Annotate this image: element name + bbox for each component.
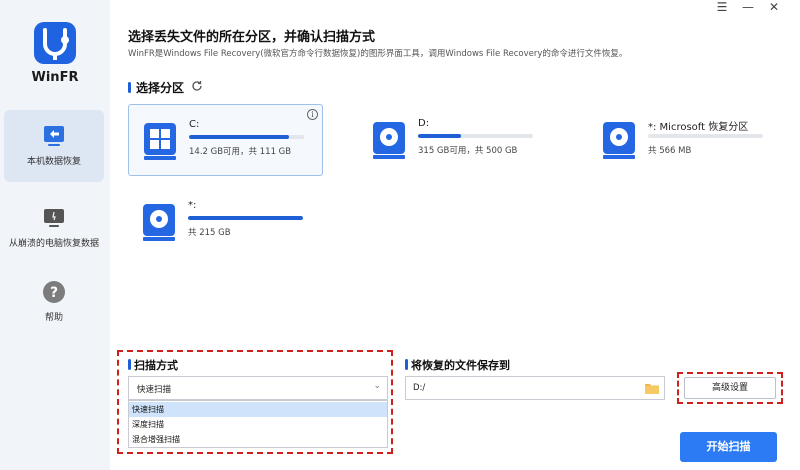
drive-usage-bar	[189, 135, 304, 139]
advanced-settings-button[interactable]: 高级设置	[684, 377, 776, 399]
drive-name: C:	[189, 119, 200, 130]
help-icon: ?	[43, 281, 65, 303]
drive-usage-bar	[648, 134, 763, 138]
page-title: 选择丢失文件的所在分区，并确认扫描方式	[128, 30, 376, 45]
drive-card-recovery[interactable]: *: Microsoft 恢复分区 共 566 MB	[588, 104, 783, 176]
drive-name: *: Microsoft 恢复分区	[648, 122, 749, 133]
disk-icon	[143, 204, 175, 241]
sidebar-item-label: 从崩溃的电脑恢复数据	[8, 239, 99, 249]
chevron-down-icon: ⌄	[373, 381, 381, 391]
drive-usage-bar	[188, 216, 303, 220]
scan-method-options: 快速扫描 深度扫描 混合增强扫描	[128, 400, 388, 448]
disk-icon	[603, 122, 635, 159]
save-path-value: D:/	[413, 383, 426, 393]
app-name: WinFR	[31, 70, 79, 85]
option-hybrid-scan[interactable]: 混合增强扫描	[129, 432, 387, 447]
disk-icon	[373, 122, 405, 159]
drive-info: 14.2 GB可用，共 111 GB	[189, 147, 292, 157]
save-section-title: 将恢复的文件保存到	[411, 359, 510, 372]
scan-method-value: 快速扫描	[137, 385, 172, 395]
menu-icon[interactable]: ☰	[712, 0, 732, 16]
drive-usage-fill	[418, 134, 461, 138]
drive-card-c[interactable]: C: 14.2 GB可用，共 111 GB i	[128, 104, 323, 176]
info-icon[interactable]: i	[307, 109, 318, 120]
drive-info: 315 GB可用，共 500 GB	[418, 146, 518, 156]
drive-info: 共 215 GB	[188, 228, 231, 238]
sidebar: WinFR 本机数据恢复 从崩溃的电脑恢复数据 ? 帮助	[0, 0, 110, 470]
sidebar-item-help[interactable]: ? 帮助	[4, 266, 104, 338]
sidebar-item-label: 本机数据恢复	[26, 157, 81, 167]
drive-card-unnamed[interactable]: *: 共 215 GB	[128, 186, 323, 258]
drive-card-d[interactable]: D: 315 GB可用，共 500 GB	[358, 104, 553, 176]
section-marker	[405, 359, 408, 370]
sidebar-item-local-recovery[interactable]: 本机数据恢复	[4, 110, 104, 182]
section-marker	[128, 359, 131, 370]
drive-usage-fill	[189, 135, 290, 139]
section-marker	[128, 82, 131, 93]
drive-name: *:	[188, 200, 197, 211]
refresh-icon[interactable]	[191, 80, 203, 92]
windows-drive-icon	[144, 123, 176, 160]
restore-icon	[44, 126, 64, 146]
drive-info: 共 566 MB	[648, 146, 692, 156]
sidebar-item-label: 帮助	[44, 313, 63, 323]
option-quick-scan[interactable]: 快速扫描	[129, 402, 387, 417]
start-scan-button[interactable]: 开始扫描	[680, 432, 777, 462]
scan-section-title: 扫描方式	[134, 359, 178, 372]
drive-name: D:	[418, 118, 430, 129]
minimize-icon[interactable]: —	[738, 0, 758, 16]
winfr-logo-icon	[34, 22, 76, 64]
drive-usage-bar	[418, 134, 533, 138]
sidebar-item-crashed-pc[interactable]: 从崩溃的电脑恢复数据	[4, 192, 104, 264]
monitor-icon	[44, 209, 64, 227]
close-icon[interactable]: ✕	[764, 0, 784, 16]
partition-section-title: 选择分区	[136, 81, 185, 95]
scan-method-select[interactable]: 快速扫描 ⌄	[128, 376, 388, 400]
option-deep-scan[interactable]: 深度扫描	[129, 417, 387, 432]
svg-text:?: ?	[50, 285, 58, 301]
save-path-field[interactable]: D:/	[405, 376, 665, 400]
page-subtitle: WinFR是Windows File Recovery(微软官方命令行数据恢复)…	[128, 49, 628, 59]
folder-icon[interactable]	[645, 382, 659, 394]
drive-usage-fill	[188, 216, 303, 220]
